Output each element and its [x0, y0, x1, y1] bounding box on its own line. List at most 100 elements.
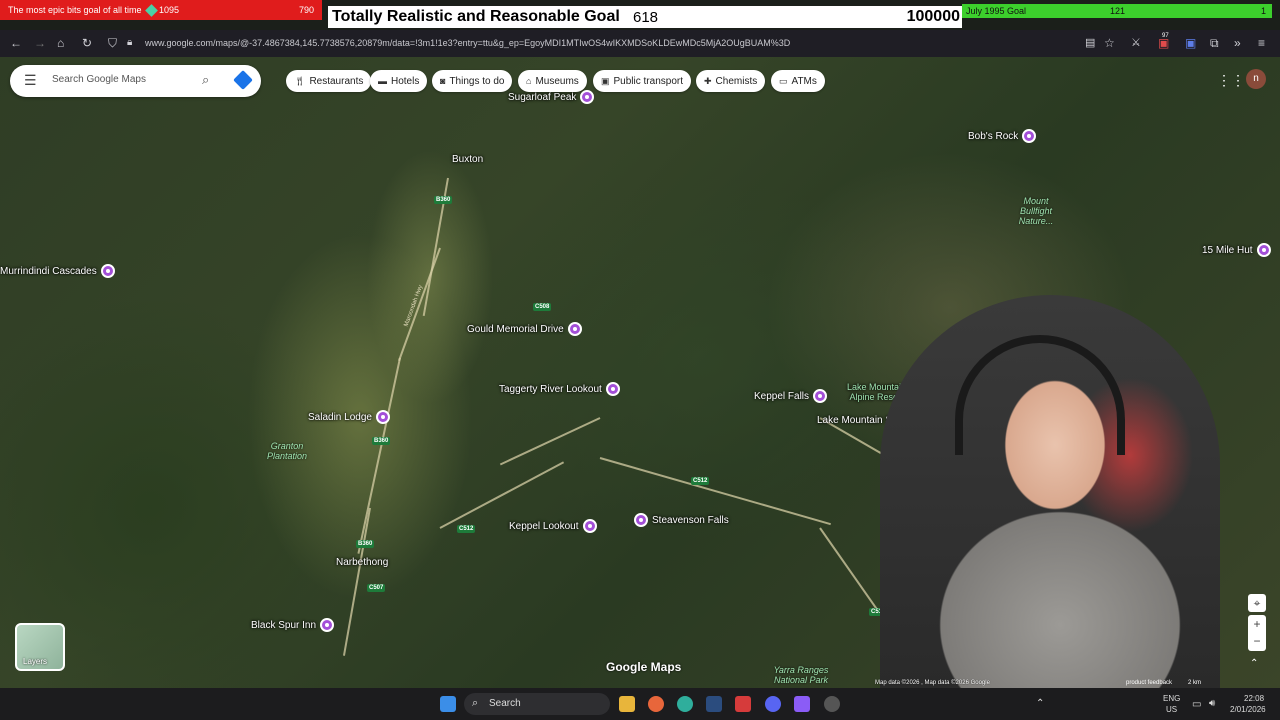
poi-yarra-ranges[interactable]: Yarra Ranges National Park: [770, 665, 832, 685]
search-icon: ⌕: [472, 697, 479, 709]
extension-blue-icon[interactable]: ▣: [1185, 36, 1196, 50]
poi-sugarloaf-peak[interactable]: Sugarloaf Peak: [508, 90, 595, 104]
scale-label[interactable]: 2 km: [1188, 680, 1201, 686]
shield-icon[interactable]: ⛉: [108, 36, 117, 51]
extension-icon[interactable]: ⚔: [1131, 36, 1141, 49]
bookmark-star-icon[interactable]: ☆: [1104, 36, 1115, 50]
chip-chemists[interactable]: ✚ Chemists: [696, 70, 766, 92]
gem-icon: [145, 4, 158, 17]
menu-icon[interactable]: ≡: [1258, 36, 1265, 50]
network-icon[interactable]: ▭: [1192, 699, 1201, 710]
reload-icon[interactable]: ↻: [82, 36, 92, 50]
tray-chevron-icon[interactable]: ⌃: [1036, 698, 1044, 709]
region-label: US: [1166, 705, 1178, 714]
right-goal-current: 121: [1110, 6, 1126, 16]
label-granton-plantation[interactable]: Granton Plantation: [262, 441, 312, 461]
layers-label: Layers: [23, 657, 48, 666]
chip-hotels[interactable]: ▬ Hotels: [370, 70, 428, 92]
edge-icon[interactable]: [677, 696, 693, 712]
zoom-out-button[interactable]: −: [1248, 633, 1266, 651]
zoom-in-button[interactable]: +: [1248, 615, 1266, 633]
town-narbethong[interactable]: Narbethong: [336, 557, 388, 568]
poi-keppel-falls[interactable]: Keppel Falls: [754, 389, 828, 403]
poi-steavenson-falls[interactable]: Steavenson Falls: [634, 513, 729, 527]
label-mount-bullfight[interactable]: Mount Bullfight Nature...: [1015, 196, 1057, 226]
chip-public-transport[interactable]: ▣ Public transport: [593, 70, 691, 92]
url-bar[interactable]: www.google.com/maps/@-37.4867384,145.773…: [145, 38, 790, 48]
poi-keppel-lookout[interactable]: Keppel Lookout: [509, 519, 597, 533]
overflow-chevron-icon[interactable]: »: [1234, 36, 1241, 50]
road-badge: C512: [691, 477, 710, 485]
windows-start-icon[interactable]: [440, 696, 456, 712]
hamburger-menu-icon[interactable]: ☰: [24, 73, 37, 87]
directions-icon[interactable]: [233, 70, 253, 90]
back-icon[interactable]: ←: [10, 36, 22, 50]
left-goal-title: The most epic bits goal of all time: [8, 5, 142, 15]
left-goal-target: 790: [298, 5, 314, 15]
obs-icon[interactable]: [735, 696, 751, 712]
chip-museums[interactable]: ⌂ Museums: [518, 70, 587, 92]
avatar[interactable]: n: [1246, 69, 1266, 89]
clock-date: 2/01/2026: [1230, 705, 1266, 714]
taskbar: ⌕ Search ⌃ ENG US ▭ 🔊︎ 22:08 2/01/2026: [0, 688, 1280, 720]
search-icon[interactable]: ⌕: [202, 72, 209, 88]
pharmacy-icon: ✚: [704, 75, 712, 86]
poi-pin-icon: [1022, 129, 1037, 143]
poi-taggerty-river-lookout[interactable]: Taggerty River Lookout: [499, 382, 620, 396]
home-icon[interactable]: ⌂: [57, 36, 64, 50]
search-box[interactable]: ☰ Search Google Maps ⌕: [10, 65, 261, 97]
extensions-icon[interactable]: ⧉: [1210, 36, 1219, 51]
product-feedback-link[interactable]: product feedback: [1126, 680, 1172, 686]
town-buxton[interactable]: Buxton: [452, 154, 483, 165]
train-icon: ▣: [601, 75, 610, 86]
poi-pin-icon: [582, 519, 597, 533]
volume-icon[interactable]: 🔊︎: [1209, 698, 1215, 709]
road-badge: C507: [367, 584, 386, 592]
extension-badge-count: 97: [1162, 33, 1169, 39]
reader-icon[interactable]: ▤: [1085, 36, 1095, 49]
chip-atms[interactable]: ▭ ATMs: [771, 70, 825, 92]
taskbar-search[interactable]: ⌕ Search: [464, 693, 610, 715]
google-maps-logo: Google Maps: [606, 660, 682, 674]
poi-gould-memorial-drive[interactable]: Gould Memorial Drive: [467, 322, 582, 336]
forward-icon[interactable]: →: [34, 36, 46, 50]
app-icon[interactable]: [824, 696, 840, 712]
poi-pin-icon: [320, 618, 335, 632]
poi-pin-icon: [1256, 243, 1271, 257]
poi-bobs-rock[interactable]: Bob's Rock: [968, 129, 1037, 143]
road-badge: B360: [356, 540, 375, 548]
search-input[interactable]: Search Google Maps: [52, 74, 146, 85]
left-goal-current: 1095: [159, 5, 180, 15]
language-label[interactable]: ENG: [1163, 694, 1180, 703]
poi-pin-icon: [100, 264, 115, 278]
poi-black-spur-inn[interactable]: Black Spur Inn: [251, 618, 335, 632]
poi-murrindindi-cascades[interactable]: Murrindindi Cascades: [0, 264, 115, 278]
poi-15-mile-hut[interactable]: 15 Mile Hut: [1202, 243, 1271, 257]
discord-icon[interactable]: [765, 696, 781, 712]
lock-icon[interactable]: 🔒︎: [127, 37, 132, 48]
museum-icon: ⌂: [526, 76, 532, 86]
zoom-control: + −: [1248, 615, 1266, 651]
road-badge: B360: [434, 196, 453, 204]
webcam-overlay: [880, 295, 1220, 690]
file-explorer-icon[interactable]: [619, 696, 635, 712]
poi-pin-icon: [634, 513, 648, 527]
twitch-icon[interactable]: [794, 696, 810, 712]
right-goal-target: 1: [1260, 6, 1266, 16]
layers-button[interactable]: Layers: [15, 623, 65, 671]
clock-time[interactable]: 22:08: [1244, 694, 1264, 703]
chip-restaurants[interactable]: 🍴︎ Restaurants: [286, 70, 372, 92]
poi-pin-icon: [605, 382, 620, 396]
poi-saladin-lodge[interactable]: Saladin Lodge: [308, 410, 390, 424]
right-goal-title: July 1995 Goal: [966, 6, 1027, 16]
chip-things-to-do[interactable]: ◙ Things to do: [432, 70, 513, 92]
mid-goal-title: Totally Realistic and Reasonable Goal: [332, 8, 620, 25]
my-location-icon[interactable]: ⌖: [1248, 594, 1266, 612]
steam-icon[interactable]: [706, 696, 722, 712]
bed-icon: ▬: [378, 76, 387, 86]
firefox-icon[interactable]: [648, 696, 664, 712]
browser-toolbar: ← → ⌂ ↻ ⛉ 🔒︎ www.google.com/maps/@-37.48…: [0, 30, 1280, 57]
road-badge: C508: [533, 303, 552, 311]
expand-chevron-icon[interactable]: ⌃: [1250, 658, 1258, 669]
mid-goal-target: 100000: [906, 8, 960, 25]
